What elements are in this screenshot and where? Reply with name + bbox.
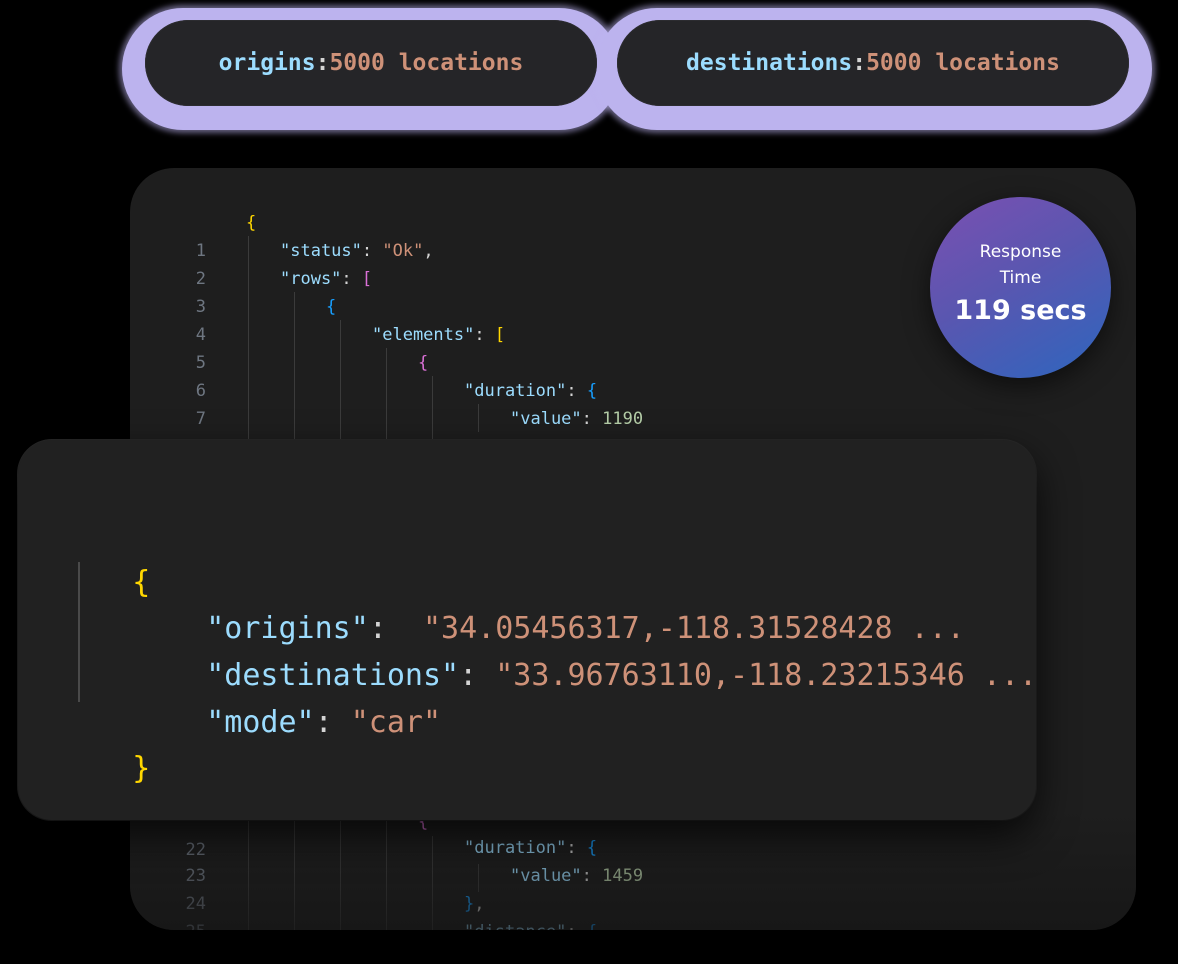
duration-value: 1459 <box>602 866 644 886</box>
request-open-brace: { <box>132 565 151 600</box>
mode-value: "car" <box>350 705 442 740</box>
elements-key: "elements" <box>372 325 475 345</box>
origins-pill-value: 5000 locations <box>329 50 524 76</box>
request-code-panel: { "origins": "34.05456317,-118.31528428 … <box>18 440 1038 820</box>
origins-pill-separator: : <box>315 50 330 76</box>
distance-key: "distance" <box>464 922 566 930</box>
mode-key: "mode" <box>206 705 315 740</box>
code-line: 25 }, <box>130 890 1136 930</box>
status-value: "Ok" <box>382 241 424 261</box>
value-key: "value" <box>510 866 582 886</box>
response-time-label: Response Time <box>979 242 1062 288</box>
rows-key: "rows" <box>280 269 342 289</box>
request-origins-line: "origins": "34.05456317,-118.31528428 ..… <box>206 611 965 646</box>
destinations-pill-value: 5000 locations <box>866 50 1060 76</box>
destinations-pill-key: destinations <box>686 50 853 76</box>
code-line: 26 "distance": { <box>130 918 1136 930</box>
duration-value: 1190 <box>602 409 644 429</box>
duration-key: "duration" <box>464 381 567 401</box>
request-destinations-line: "destinations": "33.96763110,-118.232153… <box>206 658 1038 693</box>
code-line: 8 "value": 1190 <box>130 405 1136 457</box>
request-mode-line: "mode": "car" <box>206 705 442 740</box>
status-key: "status" <box>280 241 362 261</box>
origins-pill-key: origins <box>218 50 316 76</box>
response-time-badge: Response Time 119 secs <box>930 197 1111 378</box>
destinations-pill-separator: : <box>852 50 867 76</box>
duration-key: "duration" <box>464 838 567 858</box>
value-key: "value" <box>510 409 582 429</box>
code-line: 7 "duration": { <box>130 377 1136 429</box>
response-time-value: 119 secs <box>954 295 1087 326</box>
request-close-brace: } <box>132 751 151 786</box>
code-line: 23 "duration": { <box>130 834 1136 886</box>
destinations-value: "33.96763110,-118.23215346 ... <box>495 658 1038 693</box>
code-line: 24 "value": 1459 <box>130 862 1136 914</box>
destinations-pill: destinations: 5000 locations <box>617 20 1129 106</box>
origins-pill: origins : 5000 locations <box>145 20 597 106</box>
